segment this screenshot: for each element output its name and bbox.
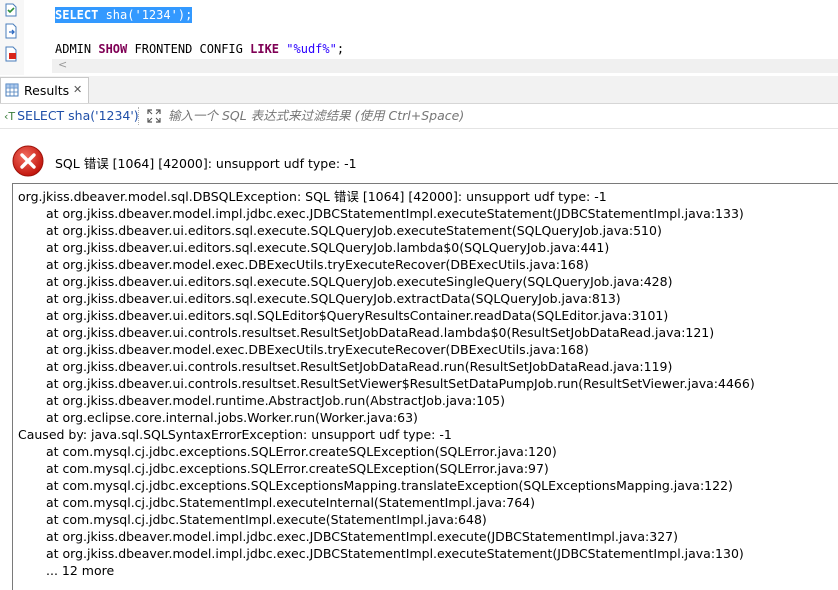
grid-table-icon — [5, 83, 19, 97]
separator — [138, 107, 140, 125]
stack-trace-line: at com.mysql.cj.jdbc.exceptions.SQLError… — [46, 444, 557, 459]
stack-trace-line: at org.jkiss.dbeaver.ui.editors.sql.exec… — [46, 223, 662, 238]
stack-trace-line: at org.jkiss.dbeaver.ui.editors.sql.SQLE… — [46, 308, 669, 323]
stack-trace-line: at org.jkiss.dbeaver.ui.controls.results… — [46, 325, 715, 340]
stack-trace-line: at org.jkiss.dbeaver.model.runtime.Abstr… — [46, 393, 505, 408]
sql-query-icon: ‹T — [4, 110, 16, 123]
stack-trace-line: at com.mysql.cj.jdbc.exceptions.SQLExcep… — [46, 478, 733, 493]
filter-bar: ‹T SELECT sha('1234') — [0, 104, 838, 129]
stack-trace-text: org.jkiss.dbeaver.model.sql.DBSQLExcepti… — [18, 188, 755, 579]
code-line-selected[interactable]: SELECT sha('1234'); — [55, 7, 193, 23]
horizontal-scrollbar[interactable]: < — [52, 58, 838, 73]
stack-trace-line: at org.jkiss.dbeaver.model.impl.jdbc.exe… — [46, 529, 679, 544]
stack-trace-panel[interactable]: org.jkiss.dbeaver.model.sql.DBSQLExcepti… — [12, 183, 838, 590]
filter-expression-input[interactable] — [168, 108, 768, 123]
tab-results[interactable]: Results ✕ — [0, 77, 89, 103]
stack-trace-line: at org.jkiss.dbeaver.model.exec.DBExecUt… — [46, 257, 589, 272]
stack-trace-line: Caused by: java.sql.SQLSyntaxErrorExcept… — [18, 427, 452, 442]
sql-editor[interactable]: SELECT sha('1234'); ADMIN SHOW FRONTEND … — [0, 0, 838, 75]
query-text-link[interactable]: ‹T SELECT sha('1234') — [4, 108, 139, 123]
stack-trace-line: at com.mysql.cj.jdbc.StatementImpl.execu… — [46, 495, 535, 510]
stack-trace-line: at org.jkiss.dbeaver.ui.editors.sql.exec… — [46, 291, 621, 306]
sql-text: ADMIN — [55, 42, 92, 56]
stack-trace-line: at org.jkiss.dbeaver.model.impl.jdbc.exe… — [46, 206, 744, 221]
stack-trace-line: at com.mysql.cj.jdbc.exceptions.SQLError… — [46, 461, 549, 476]
export-file-icon[interactable] — [3, 23, 19, 39]
pdf-file-icon[interactable] — [3, 46, 19, 62]
sql-keyword: LIKE — [250, 42, 280, 56]
stack-trace-line: at org.jkiss.dbeaver.model.exec.DBExecUt… — [46, 342, 589, 357]
stack-trace-line: at org.jkiss.dbeaver.model.impl.jdbc.exe… — [46, 546, 744, 561]
scroll-left-icon[interactable]: < — [58, 58, 67, 71]
error-message-title: SQL 错误 [1064] [42000]: unsupport udf typ… — [55, 156, 357, 171]
sql-file-icon[interactable] — [3, 2, 19, 18]
error-header: SQL 错误 [1064] [42000]: unsupport udf typ… — [0, 129, 838, 183]
query-text: SELECT sha('1234') — [17, 108, 139, 123]
error-icon — [12, 145, 44, 177]
sql-keyword: SHOW — [98, 42, 128, 56]
stack-trace-line: org.jkiss.dbeaver.model.sql.DBSQLExcepti… — [18, 189, 607, 204]
code-line[interactable]: ADMIN SHOW FRONTEND CONFIG LIKE "%udf%"; — [55, 41, 344, 57]
sql-keyword: SELECT — [55, 8, 99, 22]
stack-trace-line: at org.jkiss.dbeaver.ui.controls.results… — [46, 376, 755, 391]
close-icon[interactable]: ✕ — [73, 83, 82, 96]
sql-string: '1234' — [134, 8, 178, 22]
stack-trace-line: at org.jkiss.dbeaver.ui.controls.results… — [46, 359, 673, 374]
sql-text: ); — [177, 8, 193, 22]
stack-trace-line: ... 12 more — [46, 563, 115, 578]
stack-trace-line: at org.eclipse.core.internal.jobs.Worker… — [46, 410, 418, 425]
sql-text: CONFIG — [199, 42, 243, 56]
editor-gutter — [0, 0, 24, 75]
sql-text: FRONTEND — [134, 42, 193, 56]
results-tab-strip: Results ✕ — [0, 76, 838, 104]
sql-text: sha( — [98, 8, 135, 22]
stack-trace-line: at org.jkiss.dbeaver.ui.editors.sql.exec… — [46, 240, 610, 255]
stack-trace-line: at org.jkiss.dbeaver.ui.editors.sql.exec… — [46, 274, 673, 289]
stack-trace-line: at com.mysql.cj.jdbc.StatementImpl.execu… — [46, 512, 487, 527]
dbeaver-window: SELECT sha('1234'); ADMIN SHOW FRONTEND … — [0, 0, 838, 590]
tab-results-label: Results — [24, 83, 70, 98]
maximize-icon[interactable] — [146, 108, 162, 124]
sql-text: ; — [336, 42, 345, 56]
sql-string: "%udf%" — [286, 42, 337, 56]
